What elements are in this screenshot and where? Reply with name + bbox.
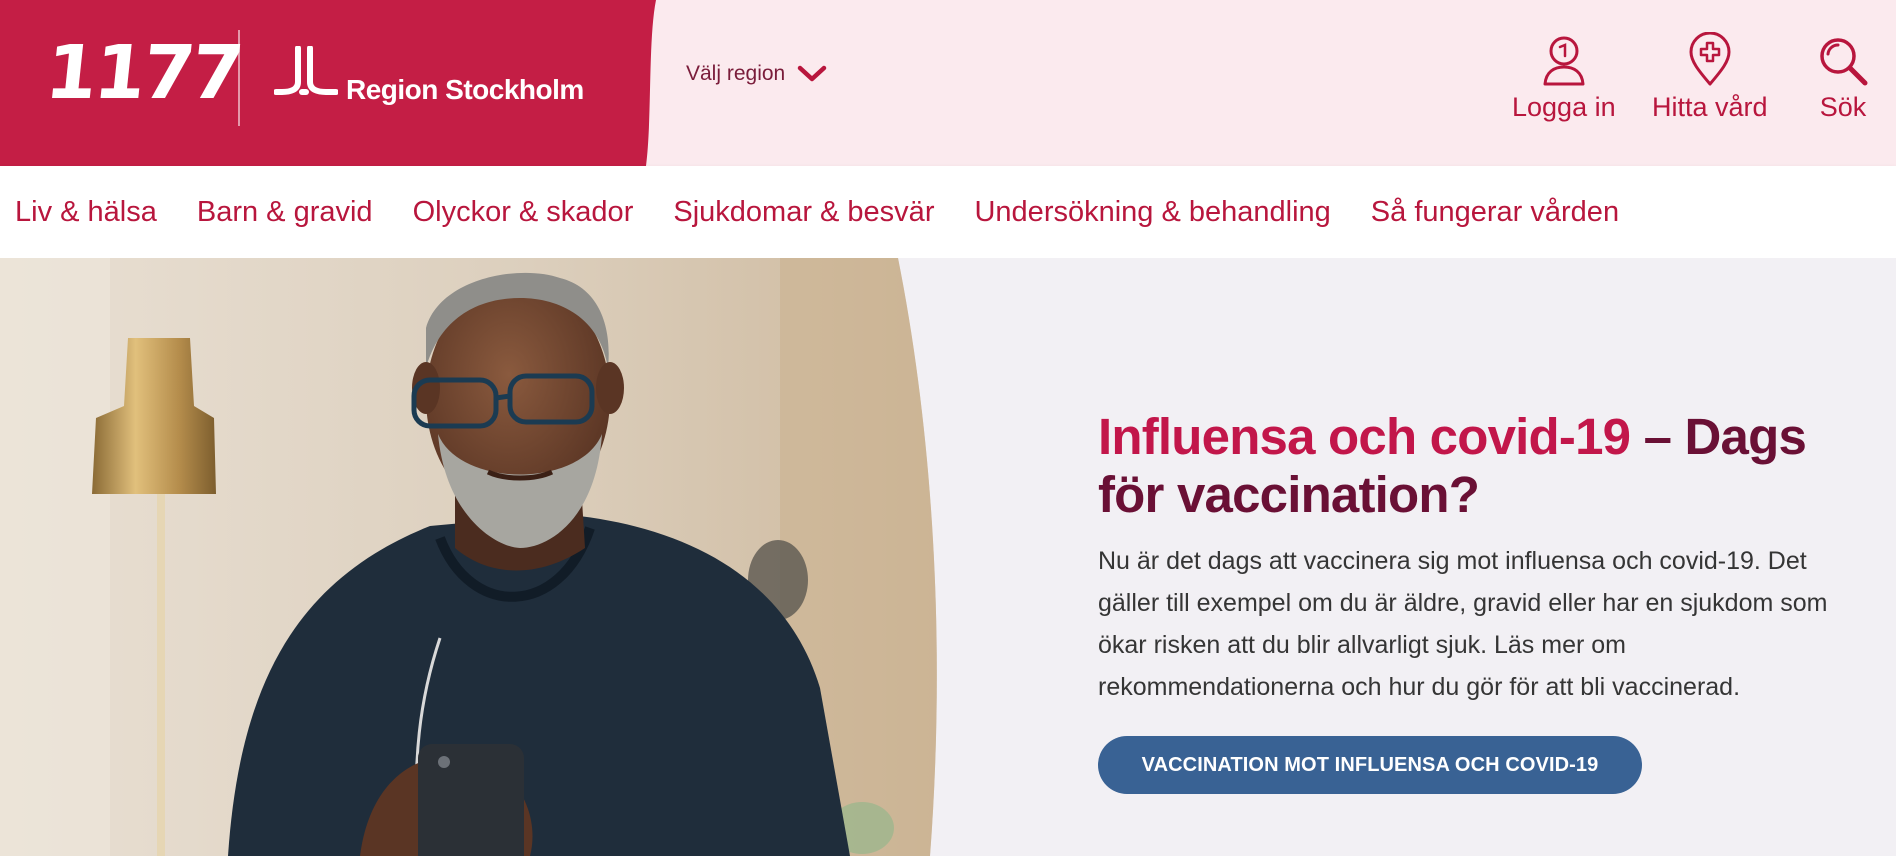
user-icon <box>1543 36 1585 86</box>
nav-item-liv-halsa[interactable]: Liv & hälsa <box>15 196 157 229</box>
login-label: Logga in <box>1512 92 1616 122</box>
hero-title-accent: Influensa och covid-19 <box>1098 408 1631 465</box>
nav-item-barn-gravid[interactable]: Barn & gravid <box>197 196 373 229</box>
site-header: 1177 Region Stockholm Välj region Logga … <box>0 0 1896 166</box>
hero-section: Influensa och covid-19 – Dags för vaccin… <box>0 258 1896 856</box>
hero-image <box>0 258 937 856</box>
find-care-button[interactable]: Hitta vård <box>1652 32 1768 123</box>
login-button[interactable]: Logga in <box>1512 34 1616 123</box>
location-pin-icon <box>1689 32 1731 86</box>
find-care-label: Hitta vård <box>1652 92 1768 122</box>
vaccination-cta-button[interactable]: VACCINATION MOT INFLUENSA OCH COVID-19 <box>1098 736 1642 794</box>
search-icon <box>1820 38 1868 86</box>
nav-item-undersokning-behandling[interactable]: Undersökning & behandling <box>974 196 1330 229</box>
nav-item-sjukdomar-besvar[interactable]: Sjukdomar & besvär <box>673 196 934 229</box>
region-selector-label: Välj region <box>686 62 786 85</box>
region-name[interactable]: Region Stockholm <box>346 74 584 106</box>
search-button[interactable]: Sök <box>1818 34 1868 123</box>
region-stockholm-logo-mark[interactable] <box>274 46 338 100</box>
chevron-down-icon <box>797 65 827 82</box>
hero-content: Influensa och covid-19 – Dags för vaccin… <box>1098 408 1858 794</box>
hero-title: Influensa och covid-19 – Dags för vaccin… <box>1098 408 1858 524</box>
region-selector[interactable]: Välj region <box>686 62 827 86</box>
hero-body-text: Nu är det dags att vaccinera sig mot inf… <box>1098 547 1828 701</box>
nav-item-olyckor-skador[interactable]: Olyckor & skador <box>413 196 634 229</box>
main-navigation: Liv & hälsa Barn & gravid Olyckor & skad… <box>0 166 1896 258</box>
search-label: Sök <box>1819 92 1867 122</box>
logo-divider <box>238 30 240 126</box>
nav-item-sa-fungerar-varden[interactable]: Så fungerar vården <box>1371 196 1619 229</box>
logo-1177[interactable]: 1177 <box>41 30 244 116</box>
